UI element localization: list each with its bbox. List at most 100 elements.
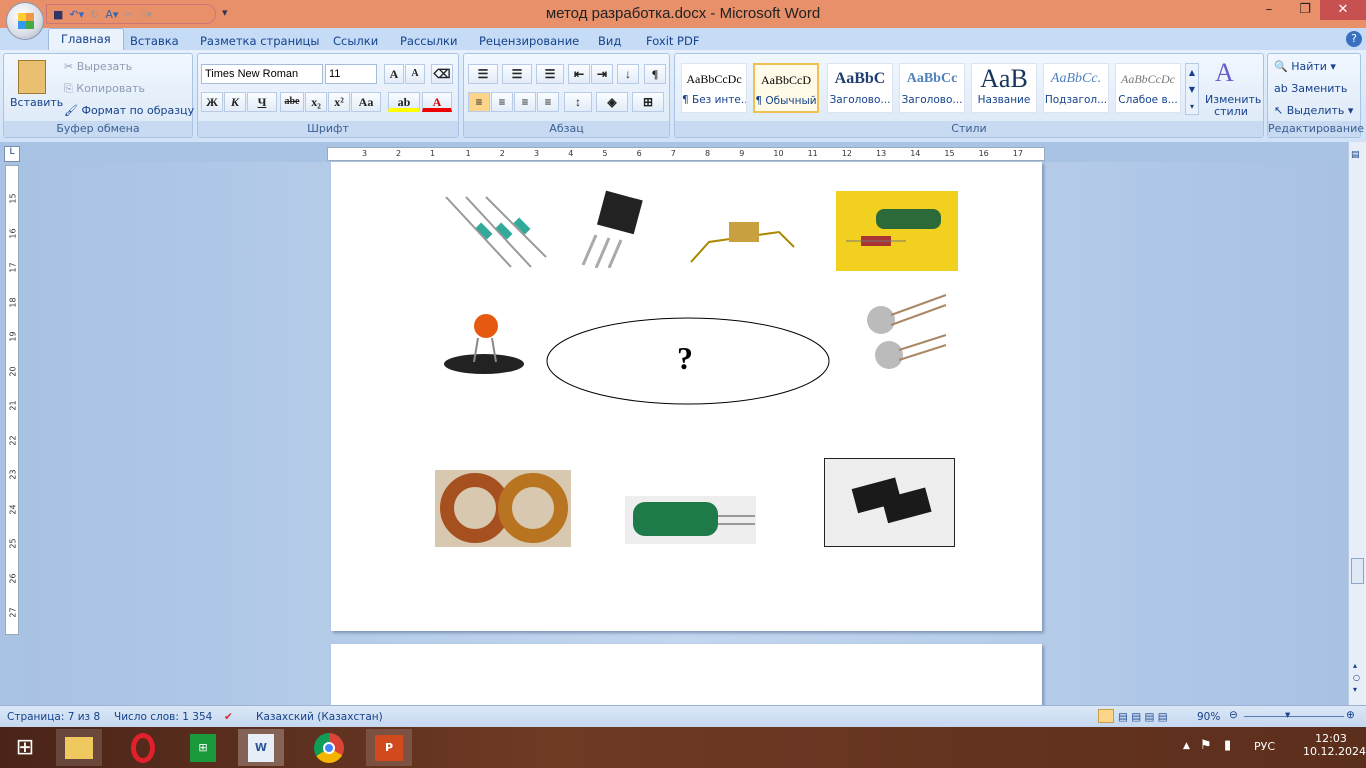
scissors-icon[interactable]: ✂ <box>124 8 133 21</box>
ribbon-tabs: Главная Вставка Разметка страницы Ссылки… <box>0 28 1366 50</box>
tab-insert[interactable]: Вставка <box>130 31 179 51</box>
ruler-tick-label: 26 <box>8 572 18 584</box>
touch-icon[interactable]: ☝▾ <box>140 8 152 21</box>
network-icon[interactable]: ⚑ <box>1200 738 1212 753</box>
style-normal[interactable]: AaBbCcD ¶ Обычный <box>753 63 819 113</box>
copy-button[interactable]: ⎘ Копировать <box>64 82 145 96</box>
select-button[interactable]: ↖ Выделить ▾ <box>1274 104 1353 117</box>
change-case-button[interactable]: Aa <box>351 92 381 112</box>
start-button[interactable]: ⊞ <box>2 729 48 766</box>
vertical-ruler[interactable]: 15 16 17 18 19 20 21 22 23 24 25 26 27 <box>5 165 19 635</box>
numbering-button[interactable]: ☰ <box>502 64 532 84</box>
sort-button[interactable]: ↓ <box>617 64 639 84</box>
ruler-tick-label: 21 <box>8 400 18 411</box>
font-color-button[interactable]: A <box>422 92 452 112</box>
tab-home[interactable]: Главная <box>48 28 124 50</box>
font-name-select[interactable]: Times New Roman <box>201 64 323 84</box>
close-button[interactable]: ✕ <box>1320 0 1366 20</box>
powerpoint-icon[interactable]: P <box>366 729 412 766</box>
show-hidden-icons[interactable]: ▲ <box>1183 741 1190 751</box>
view-icons[interactable]: ▤ ▤ ▤ ▤ <box>1118 711 1168 723</box>
align-left-button[interactable]: ≡ <box>468 92 490 112</box>
shrink-font-button[interactable]: A <box>405 64 425 84</box>
tab-foxit-pdf[interactable]: Foxit PDF <box>646 31 699 51</box>
find-button[interactable]: 🔍 Найти ▾ <box>1274 60 1336 73</box>
minimize-button[interactable]: – <box>1252 0 1286 20</box>
tab-view[interactable]: Вид <box>598 31 621 51</box>
style-heading-2[interactable]: AaBbCc Заголово... <box>899 63 965 113</box>
word-count[interactable]: Число слов: 1 354 <box>114 711 212 723</box>
superscript-button[interactable]: x² <box>328 92 350 112</box>
cut-label: Вырезать <box>76 60 133 73</box>
bullets-button[interactable]: ☰ <box>468 64 498 84</box>
styles-scroll[interactable]: ▲ ▼ ▾ <box>1185 63 1199 115</box>
page-count[interactable]: Страница: 7 из 8 <box>7 711 100 723</box>
tab-selector[interactable]: L <box>4 146 20 162</box>
style-title[interactable]: AaB Название <box>971 63 1037 113</box>
style-no-spacing[interactable]: AaBbCcDc ¶ Без инте... <box>681 63 747 113</box>
browse-buttons[interactable]: ▴ ○ ▾ <box>1353 660 1360 696</box>
clear-formatting-icon[interactable]: ⌫ <box>431 64 453 84</box>
undo-icon[interactable]: ↶▾ <box>69 8 84 21</box>
opera-icon[interactable] <box>120 729 166 766</box>
language-indicator[interactable]: Казахский (Казахстан) <box>256 711 383 723</box>
tab-mailings[interactable]: Рассылки <box>400 31 457 51</box>
style-subtle-emphasis[interactable]: AaBbCcDc Слабое в... <box>1115 63 1181 113</box>
text-style-icon[interactable]: A▾ <box>105 8 118 21</box>
tab-page-layout[interactable]: Разметка страницы <box>200 31 319 51</box>
chrome-icon[interactable] <box>306 729 352 766</box>
ruler-toggle-icon[interactable]: ▤ <box>1351 150 1360 160</box>
underline-button[interactable]: Ч <box>247 92 277 112</box>
increase-indent-button[interactable]: ⇥ <box>591 64 613 84</box>
customize-qat-icon[interactable]: ▾ <box>222 6 228 19</box>
paste-button[interactable]: Вставить <box>10 96 63 109</box>
format-painter-button[interactable]: 🖌 Формат по образцу <box>64 104 194 117</box>
replace-button[interactable]: ab Заменить <box>1274 82 1347 95</box>
decrease-indent-button[interactable]: ⇤ <box>568 64 590 84</box>
zoom-out-button[interactable]: ⊖ <box>1229 709 1238 721</box>
horizontal-ruler[interactable]: 3 2 1 1 2 3 4 5 6 7 8 9 10 11 12 13 14 15 16 17 <box>327 147 1045 161</box>
help-icon[interactable]: ? <box>1346 31 1362 47</box>
input-language[interactable]: РУС <box>1254 740 1275 753</box>
shading-button[interactable]: ◈ <box>596 92 628 112</box>
bold-button[interactable]: Ж <box>201 92 223 112</box>
clock[interactable]: 12:03 10.12.2024 <box>1303 732 1366 758</box>
zoom-in-button[interactable]: ⊕ <box>1346 709 1355 721</box>
print-layout-icon[interactable] <box>1098 709 1114 723</box>
file-explorer-icon[interactable] <box>56 729 102 766</box>
zoom-level[interactable]: 90% <box>1197 711 1220 723</box>
store-icon[interactable]: ⊞ <box>180 729 226 766</box>
tab-review[interactable]: Рецензирование <box>479 31 579 51</box>
multilevel-list-button[interactable]: ☰ <box>536 64 564 84</box>
zoom-slider[interactable] <box>1244 716 1344 717</box>
word-taskbar-icon[interactable]: W <box>238 729 284 766</box>
subscript-button[interactable]: x₂ <box>305 92 327 112</box>
change-styles-button[interactable]: Изменить стили <box>1205 94 1261 118</box>
style-heading-1[interactable]: AaBbC Заголово... <box>827 63 893 113</box>
align-center-button[interactable]: ≡ <box>491 92 513 112</box>
save-icon[interactable]: ■ <box>53 8 63 21</box>
justify-button[interactable]: ≡ <box>537 92 559 112</box>
tab-references[interactable]: Ссылки <box>333 31 378 51</box>
highlight-button[interactable]: ab <box>388 92 420 112</box>
zoom-slider-thumb[interactable]: ▾ <box>1285 709 1290 721</box>
align-right-button[interactable]: ≡ <box>514 92 536 112</box>
office-button[interactable] <box>6 2 44 40</box>
line-spacing-button[interactable]: ↕ <box>564 92 592 112</box>
show-marks-button[interactable]: ¶ <box>644 64 666 84</box>
paste-icon[interactable] <box>18 60 46 94</box>
restore-button[interactable]: ❐ <box>1288 0 1322 20</box>
italic-button[interactable]: К <box>224 92 246 112</box>
font-size-select[interactable]: 11 <box>325 64 377 84</box>
redo-icon[interactable]: ↻ <box>90 8 99 21</box>
style-subtitle[interactable]: AaBbCc. Подзагол... <box>1043 63 1109 113</box>
spellcheck-icon[interactable]: ✔ <box>224 711 233 723</box>
strikethrough-button[interactable]: abe <box>280 92 304 112</box>
ruler-tick-label: 20 <box>8 365 18 377</box>
borders-button[interactable]: ⊞ <box>632 92 664 112</box>
scroll-thumb[interactable] <box>1351 558 1364 584</box>
battery-icon[interactable]: ▮ <box>1224 738 1231 753</box>
vertical-scrollbar[interactable]: ▤ ▴ ○ ▾ <box>1348 142 1366 705</box>
cut-button[interactable]: ✂ Вырезать <box>64 60 132 73</box>
grow-font-button[interactable]: A <box>384 64 404 84</box>
